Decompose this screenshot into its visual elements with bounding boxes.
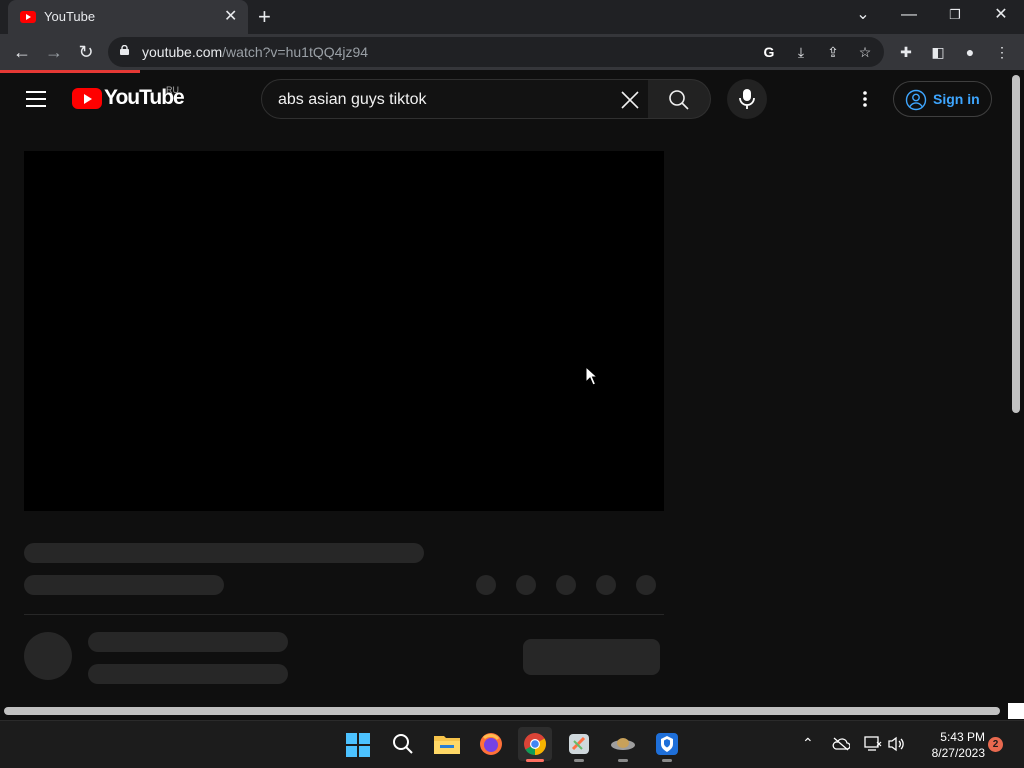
search-icon (669, 90, 689, 110)
show-hidden-icons-icon[interactable]: ⌃ (802, 735, 814, 752)
window-close-button[interactable]: ✕ (986, 4, 1016, 26)
search-icon[interactable] (386, 727, 420, 761)
profile-icon[interactable]: ● (960, 42, 980, 62)
region-code: RU (166, 85, 179, 95)
firefox-icon[interactable] (474, 727, 508, 761)
vertical-scroll-thumb[interactable] (1012, 75, 1020, 413)
youtube-logo-icon[interactable] (72, 88, 102, 109)
browser-toolbar: ← → ↻ youtube.com/watch?v=hu1tQQ4jz94 G … (0, 34, 1024, 70)
voice-search-button[interactable] (727, 79, 767, 119)
google-icon[interactable]: G (760, 43, 778, 61)
forward-icon[interactable]: → (42, 40, 66, 64)
tab-search-chevron-icon[interactable]: ⌄ (848, 4, 878, 26)
mouse-cursor-icon (585, 366, 598, 386)
youtube-header: YouTube RU abs asian guys tiktok Sign in (0, 73, 1010, 125)
notification-badge[interactable]: 2 (988, 737, 1003, 752)
account-circle-icon (905, 89, 927, 111)
app-icon-2[interactable] (606, 727, 640, 762)
channel-name-skeleton (88, 632, 288, 652)
lock-icon[interactable] (120, 45, 129, 55)
video-player[interactable] (24, 151, 664, 511)
horizontal-scrollbar[interactable] (0, 703, 1010, 719)
title-skeleton (24, 543, 424, 563)
install-icon[interactable]: ⤓ (792, 43, 810, 61)
share-icon[interactable]: ⇪ (824, 43, 842, 61)
url-text: youtube.com/watch?v=hu1tQQ4jz94 (142, 44, 369, 60)
settings-kebab-icon[interactable] (855, 89, 875, 109)
onedrive-offline-icon[interactable] (832, 737, 850, 751)
action-skeleton (556, 575, 576, 595)
back-icon[interactable]: ← (10, 40, 34, 64)
security-app-icon[interactable] (650, 727, 684, 762)
address-bar[interactable]: youtube.com/watch?v=hu1tQQ4jz94 G ⤓ ⇪ ☆ (108, 37, 884, 67)
horizontal-scroll-thumb[interactable] (4, 707, 1000, 715)
browser-tab[interactable]: YouTube ✕ (8, 0, 248, 34)
app-icon[interactable] (562, 727, 596, 762)
meta-skeleton (24, 575, 224, 595)
new-tab-button[interactable]: + (258, 3, 271, 31)
action-skeleton (596, 575, 616, 595)
clear-search-icon[interactable] (618, 88, 642, 112)
system-clock[interactable]: 5:43 PM 8/27/2023 (915, 729, 985, 761)
windows-start-icon[interactable] (341, 727, 375, 761)
tab-close-icon[interactable]: ✕ (224, 7, 237, 27)
sign-in-label: Sign in (933, 91, 980, 107)
scrollbar-corner (1008, 703, 1024, 719)
clock-time: 5:43 PM (940, 730, 985, 744)
tab-title: YouTube (44, 9, 96, 24)
youtube-favicon-icon (20, 11, 36, 23)
search-input-value[interactable]: abs asian guys tiktok (278, 91, 427, 109)
minimize-button[interactable]: — (894, 4, 924, 26)
file-explorer-icon[interactable] (430, 727, 464, 761)
volume-icon[interactable] (888, 736, 906, 752)
subscribe-skeleton (523, 639, 660, 675)
microphone-icon (739, 89, 755, 109)
action-skeleton (476, 575, 496, 595)
reload-icon[interactable]: ↻ (74, 40, 98, 64)
search-button[interactable] (648, 79, 711, 119)
browser-tab-strip: YouTube ✕ + ⌄ — ❐ ✕ (0, 0, 1024, 34)
content-divider (24, 614, 664, 615)
menu-icon[interactable]: ⋮ (992, 42, 1012, 62)
hamburger-menu-icon[interactable] (26, 91, 46, 107)
extensions-icon[interactable]: ✚ (896, 42, 916, 62)
network-icon[interactable] (864, 736, 882, 752)
channel-subs-skeleton (88, 664, 288, 684)
restore-button[interactable]: ❐ (940, 4, 970, 26)
side-panel-icon[interactable]: ◧ (928, 42, 948, 62)
clock-date: 8/27/2023 (931, 746, 985, 760)
chrome-icon[interactable] (518, 727, 552, 762)
star-icon[interactable]: ☆ (856, 43, 874, 61)
action-skeleton (636, 575, 656, 595)
channel-avatar-skeleton (24, 632, 72, 680)
sign-in-button[interactable]: Sign in (893, 81, 992, 117)
action-skeleton (516, 575, 536, 595)
search-input[interactable]: abs asian guys tiktok (261, 79, 649, 119)
vertical-scrollbar[interactable] (1010, 73, 1024, 705)
windows-taskbar: ⌃ 5:43 PM 8/27/2023 2 (0, 720, 1024, 768)
